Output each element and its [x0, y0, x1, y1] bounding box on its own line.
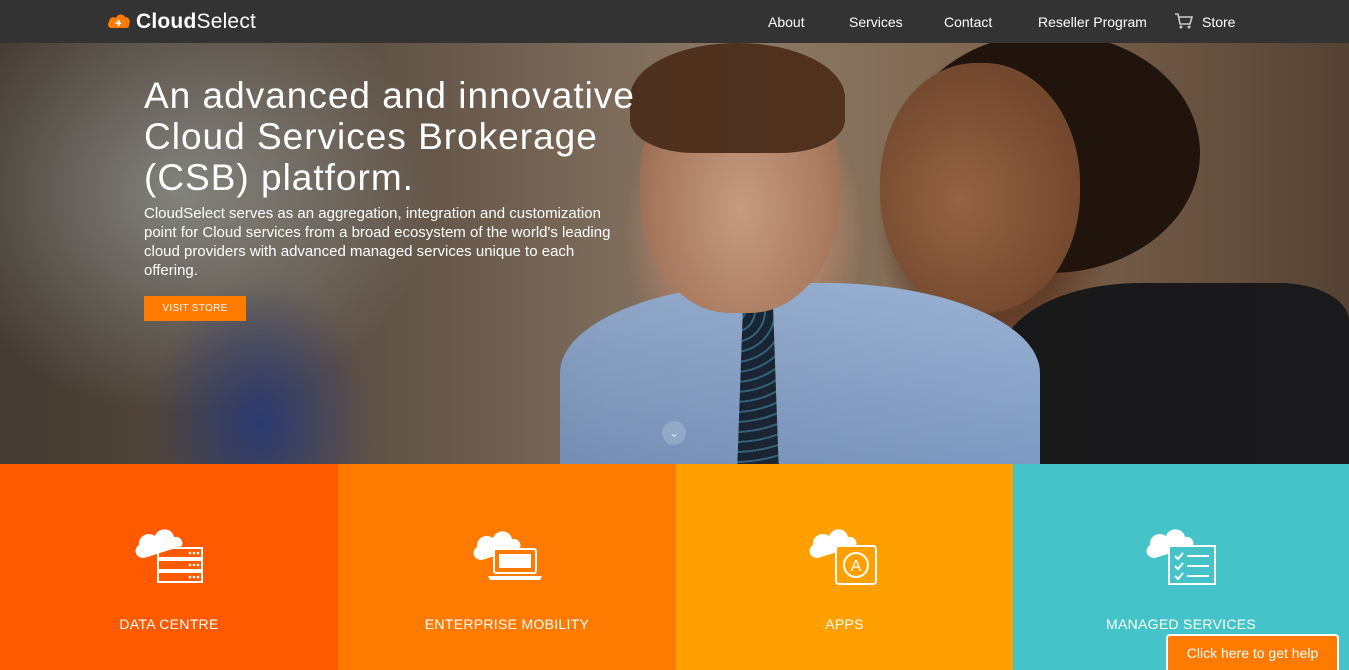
cloud-laptop-icon	[473, 531, 542, 580]
nav-services[interactable]: Services	[849, 14, 903, 30]
cart-icon[interactable]	[1174, 12, 1194, 30]
tile-enterprise-mobility[interactable]: ENTERPRISE MOBILITY	[338, 464, 676, 670]
chevron-down-icon[interactable]: ⌄	[662, 421, 686, 445]
tile-data-centre[interactable]: DATA CENTRE	[0, 464, 338, 670]
nav-store[interactable]: Store	[1202, 14, 1235, 30]
cloud-checklist-icon	[1146, 529, 1216, 585]
top-navbar: CloudSelect About Services Contact Resel…	[0, 0, 1349, 43]
tile-label-managed-services: MANAGED SERVICES	[1105, 616, 1257, 632]
hero-title: An advanced and innovative Cloud Service…	[144, 75, 635, 198]
tile-apps[interactable]: A APPS	[676, 464, 1013, 670]
cloud-server-icon	[135, 529, 203, 583]
logo[interactable]: CloudSelect	[106, 8, 256, 36]
nav-about[interactable]: About	[768, 14, 805, 30]
tile-label-data-centre: DATA CENTRE	[119, 616, 219, 632]
hero-description: CloudSelect serves as an aggregation, in…	[144, 205, 611, 279]
tile-label-apps: APPS	[825, 616, 864, 632]
help-button[interactable]: Click here to get help	[1166, 634, 1339, 670]
visit-store-button[interactable]: VISIT STORE	[144, 296, 246, 321]
tile-label-enterprise-mobility: ENTERPRISE MOBILITY	[424, 616, 590, 632]
svg-text:A: A	[851, 558, 862, 575]
cloud-app-icon: A	[809, 529, 877, 585]
nav-contact[interactable]: Contact	[944, 14, 992, 30]
hero-banner: An advanced and innovative Cloud Service…	[0, 43, 1349, 464]
nav-reseller-program[interactable]: Reseller Program	[1038, 14, 1147, 30]
logo-text: CloudSelect	[136, 10, 257, 33]
cloud-logo-icon	[108, 14, 130, 28]
